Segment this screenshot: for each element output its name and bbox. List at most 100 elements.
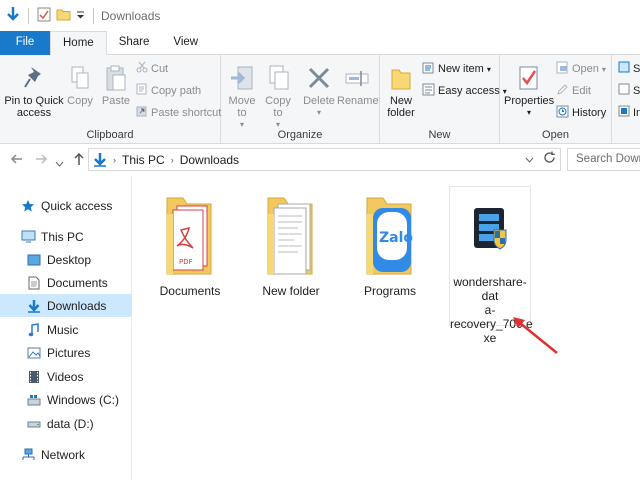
new-folder-icon: [384, 61, 418, 95]
address-dropdown-chevron-icon[interactable]: [525, 157, 534, 163]
paste-shortcut-label: Paste shortcut: [151, 106, 222, 119]
rename-icon: [337, 61, 377, 95]
invert-selection-icon: [618, 105, 630, 120]
move-to-label: Move to: [228, 95, 256, 119]
properties-check-icon[interactable]: [37, 7, 51, 25]
file-item-wondershare-exe[interactable]: wondershare-dat a-recovery_700.e xe: [449, 186, 533, 345]
file-item-new-folder[interactable]: New folder: [250, 190, 332, 298]
up-arrow-icon[interactable]: [72, 152, 86, 169]
back-arrow-icon[interactable]: [10, 152, 24, 169]
select-all-label: S: [633, 62, 640, 75]
scissors-icon: [136, 61, 148, 76]
new-folder-qa-icon[interactable]: [56, 8, 71, 24]
select-all-button[interactable]: S: [618, 61, 640, 76]
nav-item-quick-access[interactable]: Quick access: [0, 194, 132, 217]
nav-item-desktop[interactable]: Desktop: [0, 248, 132, 271]
drive-windows-icon: [26, 392, 42, 408]
paste-button[interactable]: Paste: [100, 61, 132, 107]
tab-view[interactable]: View: [161, 31, 210, 55]
copy-path-icon: [136, 83, 148, 98]
nav-item-documents[interactable]: Documents: [0, 271, 132, 294]
film-icon: [26, 369, 42, 385]
paste-shortcut-button[interactable]: Paste shortcut: [136, 105, 221, 120]
edit-label: Edit: [572, 85, 591, 97]
select-all-icon: [618, 61, 630, 76]
paste-icon: [100, 61, 132, 95]
download-arrow-icon: [26, 298, 42, 314]
recent-locations-chevron-icon[interactable]: [55, 155, 64, 170]
new-item-button[interactable]: New item ▾: [422, 61, 491, 77]
annotation-arrow-icon: [513, 317, 558, 354]
copy-to-button[interactable]: Copy to ▾: [261, 61, 295, 131]
search-input[interactable]: Search Downloads: [567, 148, 640, 171]
address-bar[interactable]: › This PC › Downloads: [88, 148, 561, 171]
quick-access-toolbar: [6, 6, 97, 25]
file-item-programs[interactable]: Zalo Programs: [349, 190, 431, 298]
paste-label: Paste: [101, 95, 131, 107]
select-none-button[interactable]: S: [618, 83, 640, 98]
pin-to-quick-access-button[interactable]: Pin to Quick access: [4, 61, 64, 119]
window-title: Downloads: [101, 8, 161, 23]
tab-share[interactable]: Share: [107, 31, 162, 55]
easy-access-icon: [422, 83, 435, 99]
paste-shortcut-icon: [136, 105, 148, 120]
file-name: Documents: [159, 284, 221, 298]
easy-access-button[interactable]: Easy access ▾: [422, 83, 507, 99]
divider: [28, 7, 29, 24]
rename-button[interactable]: Rename: [337, 61, 379, 107]
cut-label: Cut: [151, 62, 169, 75]
copy-button[interactable]: Copy: [64, 61, 96, 107]
nav-item-music[interactable]: Music: [0, 318, 132, 341]
open-group-label: Open: [542, 129, 569, 141]
copy-icon: [64, 61, 96, 95]
delete-button[interactable]: Delete ▾: [301, 61, 337, 119]
organize-group: Move to ▾ Copy to ▾ Delete ▾ Rename Orga…: [221, 55, 380, 144]
refresh-icon[interactable]: [543, 151, 556, 167]
tab-file[interactable]: File: [0, 31, 50, 55]
nav-item-pictures[interactable]: Pictures: [0, 341, 132, 364]
history-button[interactable]: History: [556, 105, 606, 121]
nav-item-windows-c[interactable]: Windows (C:): [0, 388, 132, 411]
invert-selection-button[interactable]: In: [618, 105, 640, 120]
file-name: New folder: [262, 284, 320, 298]
down-arrow-icon[interactable]: [6, 6, 20, 25]
title-bar: Downloads: [0, 0, 640, 31]
desktop-icon: [26, 252, 42, 268]
nav-item-this-pc[interactable]: This PC: [0, 225, 132, 248]
rename-label: Rename: [337, 95, 379, 107]
nav-item-network[interactable]: Network: [0, 443, 132, 466]
edit-button[interactable]: Edit: [556, 83, 591, 99]
nav-item-label: Quick access: [41, 198, 113, 213]
new-folder-button[interactable]: New folder: [384, 61, 418, 119]
cut-button[interactable]: Cut: [136, 61, 168, 76]
move-to-button[interactable]: Move to ▾: [225, 61, 259, 131]
new-item-label: New item: [438, 63, 484, 75]
nav-item-downloads[interactable]: Downloads: [0, 294, 132, 317]
folder-with-pages-icon: [250, 190, 332, 278]
open-group: Properties ▾ Open ▾ Edit History Open: [500, 55, 612, 144]
breadcrumb-downloads[interactable]: Downloads: [180, 153, 239, 167]
delete-dropdown-icon: ▾: [316, 108, 321, 117]
properties-label: Properties: [504, 95, 555, 107]
breadcrumb-separator-icon[interactable]: ›: [171, 155, 174, 165]
copy-to-label: Copy to: [265, 95, 291, 119]
breadcrumb-separator-icon[interactable]: ›: [113, 155, 116, 165]
delete-label: Delete: [303, 95, 335, 107]
divider: [93, 7, 94, 24]
nav-item-videos[interactable]: Videos: [0, 365, 132, 388]
file-item-documents[interactable]: PDF Documents: [149, 190, 231, 298]
nav-item-label: Network: [41, 447, 86, 462]
nav-item-label: Downloads: [47, 298, 107, 313]
open-dropdown-icon: ▾: [601, 64, 606, 74]
breadcrumb-this-pc[interactable]: This PC: [122, 153, 165, 167]
properties-button[interactable]: Properties ▾: [504, 61, 554, 119]
forward-arrow-icon[interactable]: [34, 152, 48, 169]
select-group: S S In: [612, 55, 640, 144]
open-button[interactable]: Open ▾: [556, 61, 606, 77]
invert-selection-label: In: [633, 106, 640, 119]
copy-path-button[interactable]: Copy path: [136, 83, 201, 98]
nav-item-data-d[interactable]: data (D:): [0, 412, 132, 435]
tab-home[interactable]: Home: [50, 31, 107, 56]
move-to-icon: [225, 61, 259, 95]
customize-dropdown-icon[interactable]: [76, 9, 85, 23]
